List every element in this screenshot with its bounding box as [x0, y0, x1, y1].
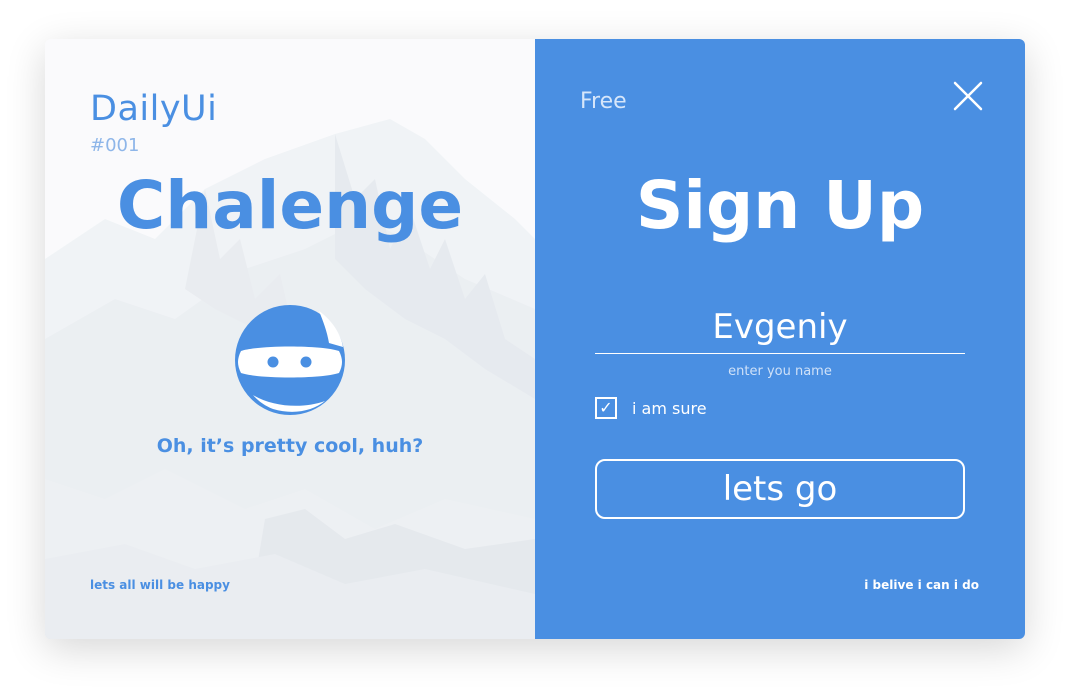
- lets-go-button[interactable]: lets go: [595, 459, 965, 519]
- left-panel: DailyUi #001 Chalenge Oh, it’s pretty co…: [45, 39, 535, 639]
- challenge-headline: Chalenge: [116, 167, 464, 244]
- signup-card: DailyUi #001 Chalenge Oh, it’s pretty co…: [45, 39, 1025, 639]
- confirm-checkbox-row[interactable]: ✓ i am sure: [595, 396, 707, 420]
- right-footer-text: i belive i can i do: [864, 578, 979, 592]
- name-input[interactable]: [595, 301, 965, 354]
- signup-headline: Sign Up: [635, 167, 925, 244]
- confirm-checkbox[interactable]: ✓: [595, 397, 617, 419]
- tagline: Oh, it’s pretty cool, huh?: [156, 435, 424, 457]
- brand-title: DailyUi: [90, 89, 218, 129]
- left-footer-text: lets all will be happy: [90, 578, 230, 592]
- free-badge: Free: [580, 89, 627, 114]
- close-icon[interactable]: [950, 78, 986, 114]
- name-hint: enter you name: [728, 364, 832, 379]
- challenge-number: #001: [90, 135, 140, 156]
- ninja-icon: [235, 305, 345, 415]
- right-panel: Free Sign Up enter you name ✓ i am sure …: [535, 39, 1025, 639]
- confirm-checkbox-label: i am sure: [632, 398, 707, 418]
